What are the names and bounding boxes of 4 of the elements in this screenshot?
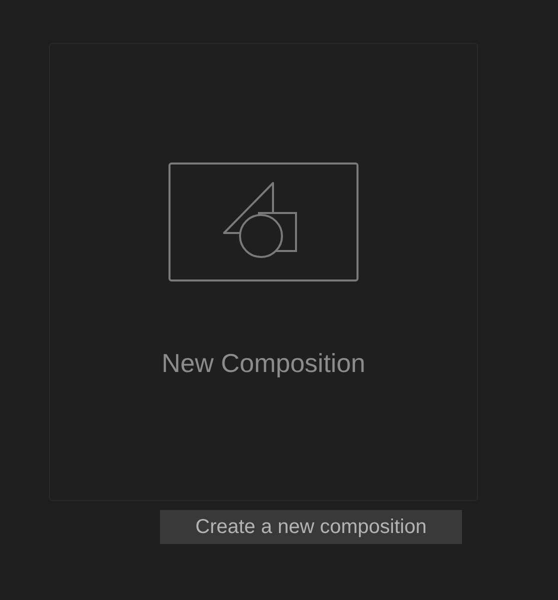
card-label: New Composition xyxy=(162,347,366,380)
tooltip: Create a new composition xyxy=(160,510,462,544)
new-composition-card[interactable]: New Composition xyxy=(49,43,478,501)
composition-icon xyxy=(168,162,359,282)
